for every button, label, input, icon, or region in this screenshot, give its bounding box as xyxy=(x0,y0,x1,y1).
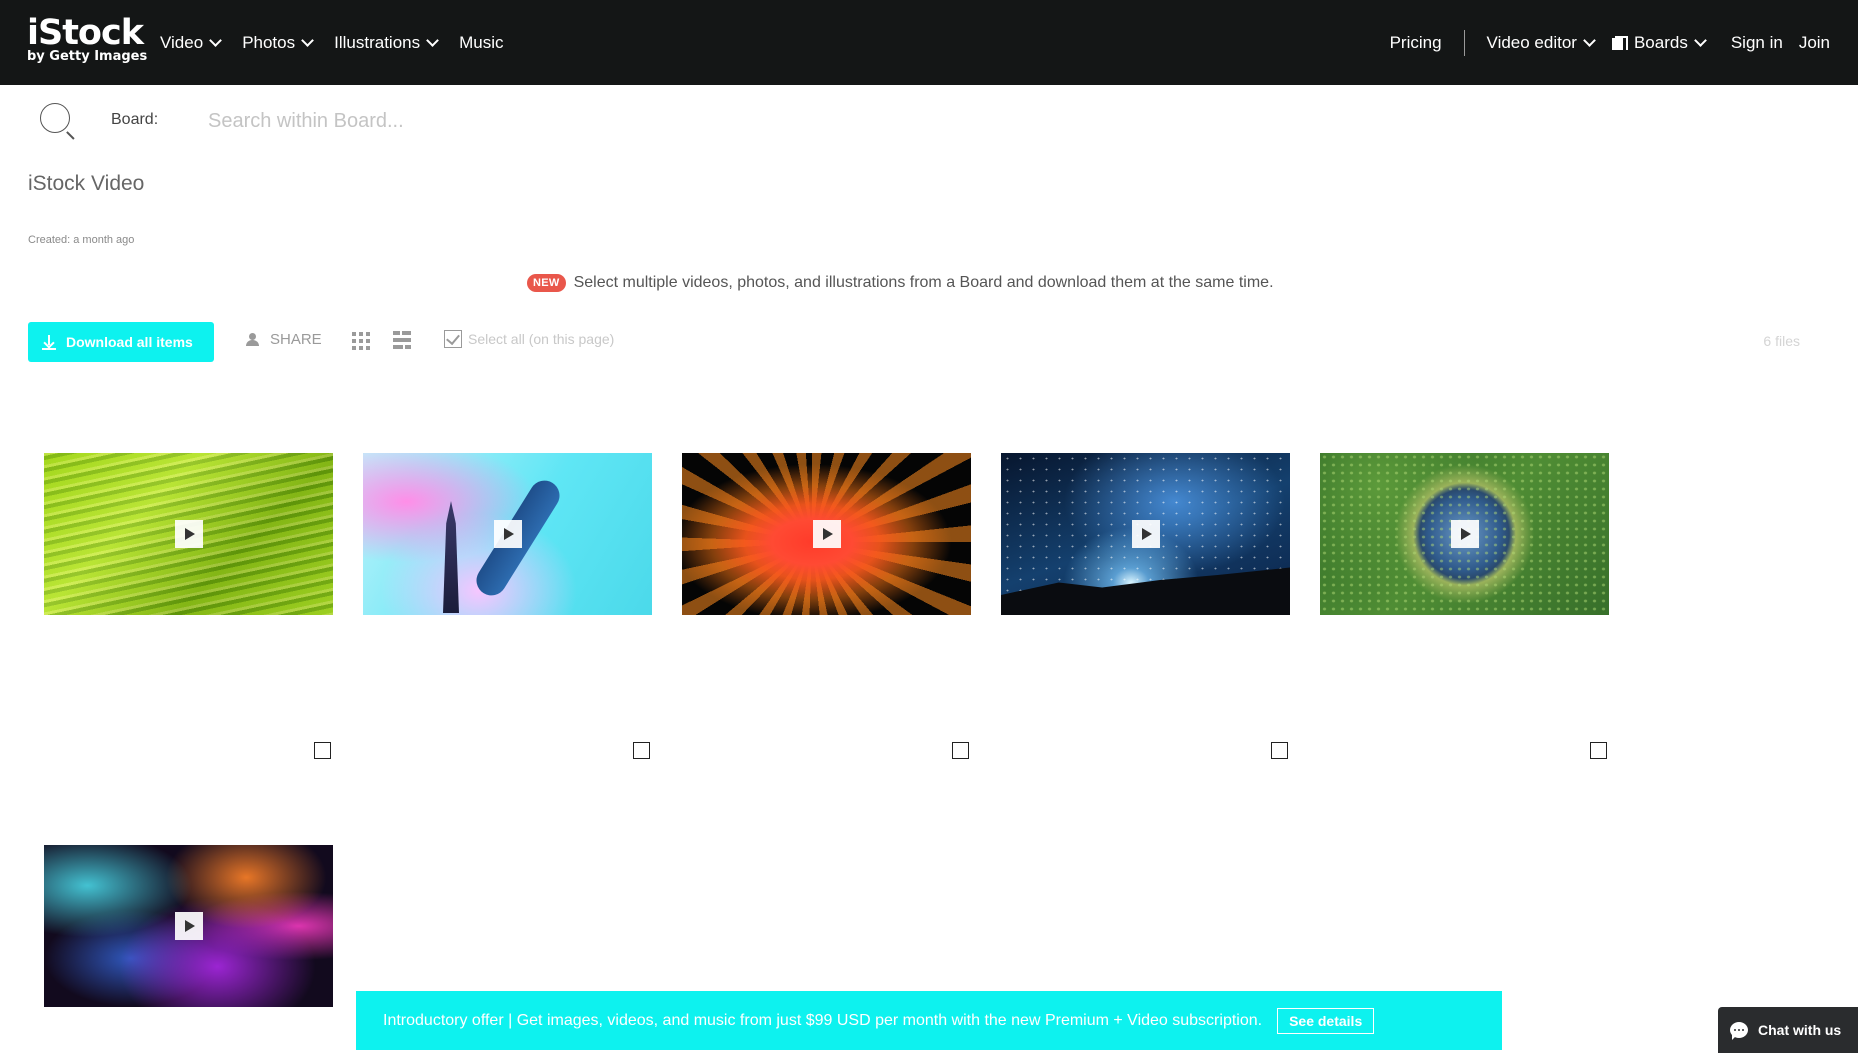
board-created-date: Created: a month ago xyxy=(28,234,135,246)
video-thumbnail-2[interactable] xyxy=(363,453,652,615)
item-checkbox-4[interactable] xyxy=(1271,742,1288,759)
logo-subtitle: by Getty Images xyxy=(27,49,148,64)
video-thumbnail-6[interactable] xyxy=(44,845,333,1007)
top-navigation-bar: iStock by Getty Images Video Photos Illu… xyxy=(0,0,1858,85)
item-checkbox-5[interactable] xyxy=(1590,742,1607,759)
nav-divider xyxy=(1463,29,1465,56)
skyscraper-shape xyxy=(443,501,459,613)
feature-notice-text: Select multiple videos, photos, and illu… xyxy=(573,274,1274,291)
video-thumbnail-3[interactable] xyxy=(682,453,971,615)
nav-video-editor-label: Video editor xyxy=(1486,32,1577,52)
chevron-down-icon xyxy=(209,33,223,47)
nav-illustrations-label: Illustrations xyxy=(334,32,421,52)
play-icon xyxy=(1450,520,1479,548)
promo-text: Introductory offer | Get images, videos,… xyxy=(383,1011,1263,1029)
sign-in-link[interactable]: Sign in xyxy=(1731,33,1783,53)
feature-notice: NEW Select multiple videos, photos, and … xyxy=(527,274,1274,292)
video-thumbnail-4[interactable] xyxy=(1001,453,1290,615)
nav-video[interactable]: Video xyxy=(160,32,223,53)
file-count: 6 files xyxy=(1763,333,1800,349)
chevron-down-icon xyxy=(1583,33,1596,47)
download-icon xyxy=(42,335,56,350)
nav-video-editor[interactable]: Video editor xyxy=(1486,32,1596,53)
nav-music-label: Music xyxy=(459,32,504,52)
board-search-label: Board: xyxy=(111,111,159,128)
chat-bubble-icon xyxy=(1730,1022,1748,1040)
share-button[interactable]: SHARE xyxy=(246,331,322,348)
primary-nav: Video Photos Illustrations Music xyxy=(160,0,504,85)
promo-banner: Introductory offer | Get images, videos,… xyxy=(356,991,1837,1050)
play-icon xyxy=(1131,520,1160,548)
logo-wordmark: iStock xyxy=(27,13,144,53)
chevron-down-icon xyxy=(426,33,439,47)
chevron-down-icon xyxy=(1693,33,1707,47)
search-icon[interactable] xyxy=(40,103,76,140)
chat-widget-button[interactable]: Chat with us xyxy=(1718,1007,1858,1053)
item-checkbox-3[interactable] xyxy=(952,742,969,759)
play-icon xyxy=(174,912,203,940)
board-search-input[interactable] xyxy=(208,102,808,140)
chevron-down-icon xyxy=(301,33,314,47)
person-icon xyxy=(246,332,262,347)
nav-photos-label: Photos xyxy=(242,32,296,52)
play-icon xyxy=(493,520,522,548)
secondary-nav: Pricing Video editor Boards Sign in Join xyxy=(1390,0,1830,85)
nav-pricing[interactable]: Pricing xyxy=(1390,33,1442,53)
board-title: iStock Video xyxy=(28,172,145,195)
video-thumbnail-5[interactable] xyxy=(1320,453,1609,615)
download-all-button[interactable]: Download all items xyxy=(28,322,214,362)
join-link[interactable]: Join xyxy=(1799,33,1830,53)
select-all-on-page[interactable]: Select all (on this page) xyxy=(444,330,614,348)
chat-label: Chat with us xyxy=(1758,1022,1842,1038)
mosaic-view-icon[interactable] xyxy=(393,331,411,349)
istock-logo[interactable]: iStock by Getty Images xyxy=(27,14,147,64)
download-all-label: Download all items xyxy=(66,334,193,350)
nav-illustrations[interactable]: Illustrations xyxy=(334,32,439,53)
nav-boards-label: Boards xyxy=(1633,32,1688,52)
new-badge: NEW xyxy=(527,274,566,292)
item-checkbox-1[interactable] xyxy=(314,742,331,759)
nav-music[interactable]: Music xyxy=(459,33,503,53)
see-details-button[interactable]: See details xyxy=(1277,1007,1375,1034)
select-all-label: Select all (on this page) xyxy=(468,331,615,347)
nav-boards[interactable]: Boards xyxy=(1611,32,1707,53)
nav-photos[interactable]: Photos xyxy=(242,32,314,53)
boards-icon xyxy=(1611,35,1628,50)
share-label: SHARE xyxy=(270,331,322,348)
nav-video-label: Video xyxy=(160,32,204,52)
checkbox-checked-icon xyxy=(444,330,462,348)
video-thumbnail-1[interactable] xyxy=(44,453,333,615)
board-search-bar: Board: xyxy=(0,85,1858,157)
item-checkbox-2[interactable] xyxy=(633,742,650,759)
grid-view-icon[interactable] xyxy=(352,332,370,350)
play-icon xyxy=(812,520,841,548)
play-icon xyxy=(174,520,203,548)
